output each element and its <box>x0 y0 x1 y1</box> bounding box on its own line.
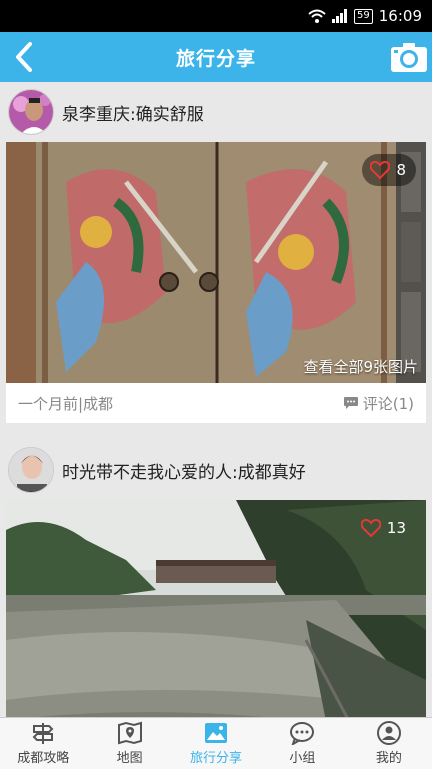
status-bar: 59 16:09 <box>0 0 432 32</box>
post-photo[interactable]: 13 <box>6 500 426 717</box>
chat-icon <box>290 722 315 745</box>
nav-item-guide[interactable]: 成都攻略 <box>0 718 86 769</box>
map-icon <box>117 721 142 745</box>
nav-item-travel-share[interactable]: 旅行分享 <box>173 718 259 769</box>
back-arrow-icon[interactable] <box>10 40 40 74</box>
bottom-nav: 成都攻略 地图 旅行分享 小组 我的 <box>0 717 432 769</box>
nav-item-me[interactable]: 我的 <box>346 718 432 769</box>
avatar[interactable] <box>8 89 54 135</box>
comment-count: 评论(1) <box>362 394 414 413</box>
top-bar: 旅行分享 <box>0 32 432 82</box>
page-title: 旅行分享 <box>175 47 256 70</box>
nav-label: 成都攻略 <box>17 751 70 766</box>
nav-item-map[interactable]: 地图 <box>86 718 172 769</box>
post-meta: 一个月前|成都 <box>18 394 114 413</box>
heart-icon <box>360 519 381 537</box>
nav-label: 我的 <box>375 751 402 766</box>
post-footer: 一个月前|成都 评论(1) <box>6 383 426 423</box>
signal-icon <box>332 9 348 23</box>
comment-icon <box>343 397 358 409</box>
post-card[interactable]: 泉李重庆:确实舒服 8 查看全部9张图片 一个月前|成都 评论(1) <box>0 82 432 423</box>
heart-icon <box>370 161 391 179</box>
post-header: 泉李重庆:确实舒服 <box>0 82 432 142</box>
nav-label: 地图 <box>116 751 143 766</box>
comment-button[interactable]: 评论(1) <box>343 393 414 414</box>
like-badge[interactable]: 8 <box>362 154 416 186</box>
nav-item-group[interactable]: 小组 <box>259 718 345 769</box>
photo-icon <box>205 723 228 743</box>
signpost-icon <box>32 723 54 744</box>
post-title[interactable]: 时光带不走我心爱的人:成都真好 <box>62 458 306 483</box>
post-photo[interactable]: 8 查看全部9张图片 <box>6 142 426 383</box>
like-count: 8 <box>396 161 406 179</box>
door-god-image <box>6 142 426 383</box>
nav-label: 小组 <box>289 751 316 766</box>
wifi-icon <box>308 9 326 23</box>
share-feed[interactable]: 泉李重庆:确实舒服 8 查看全部9张图片 一个月前|成都 评论(1) 时光带不走… <box>0 82 432 717</box>
post-title[interactable]: 泉李重庆:确实舒服 <box>62 100 204 125</box>
like-badge[interactable]: 13 <box>353 512 416 544</box>
post-header: 时光带不走我心爱的人:成都真好 <box>0 440 432 500</box>
view-all-photos-link[interactable]: 查看全部9张图片 <box>303 356 418 377</box>
like-count: 13 <box>386 519 406 537</box>
nav-label: 旅行分享 <box>190 751 243 766</box>
battery-indicator: 59 <box>354 8 373 24</box>
camera-icon[interactable] <box>390 41 428 73</box>
avatar[interactable] <box>8 447 54 493</box>
post-card[interactable]: 时光带不走我心爱的人:成都真好 13 <box>0 440 432 717</box>
clock: 16:09 <box>378 7 422 25</box>
person-icon <box>376 721 401 745</box>
